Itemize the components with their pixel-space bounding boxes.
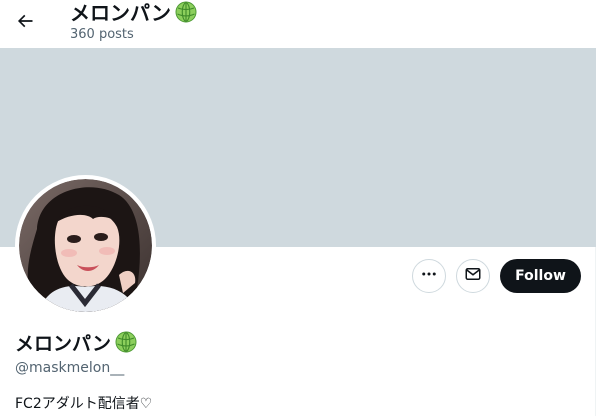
melon-emoji-icon [115, 331, 137, 359]
profile-page: メロンパン 360 posts Follow メロンパン @maskmelon_… [0, 0, 598, 416]
follow-button[interactable]: Follow [500, 259, 581, 293]
profile-bio: FC2アダルト配信者♡ [15, 396, 153, 412]
message-button[interactable] [456, 259, 490, 293]
profile-name-text: メロンパン [15, 333, 111, 355]
header-name-text: メロンパン [70, 1, 171, 25]
back-button[interactable] [8, 6, 42, 40]
header-title: メロンパン [70, 1, 197, 28]
top-bar: メロンパン 360 posts [0, 0, 596, 48]
melon-emoji-icon [175, 1, 197, 28]
post-count: 360 posts [70, 27, 134, 42]
avatar[interactable] [15, 175, 156, 316]
avatar-photo [19, 179, 152, 312]
arrow-left-icon [15, 11, 35, 35]
more-horizontal-icon [420, 265, 438, 287]
profile-display-name: メロンパン [15, 331, 137, 359]
more-options-button[interactable] [412, 259, 446, 293]
envelope-icon [464, 265, 482, 287]
profile-handle: @maskmelon__ [15, 360, 125, 376]
